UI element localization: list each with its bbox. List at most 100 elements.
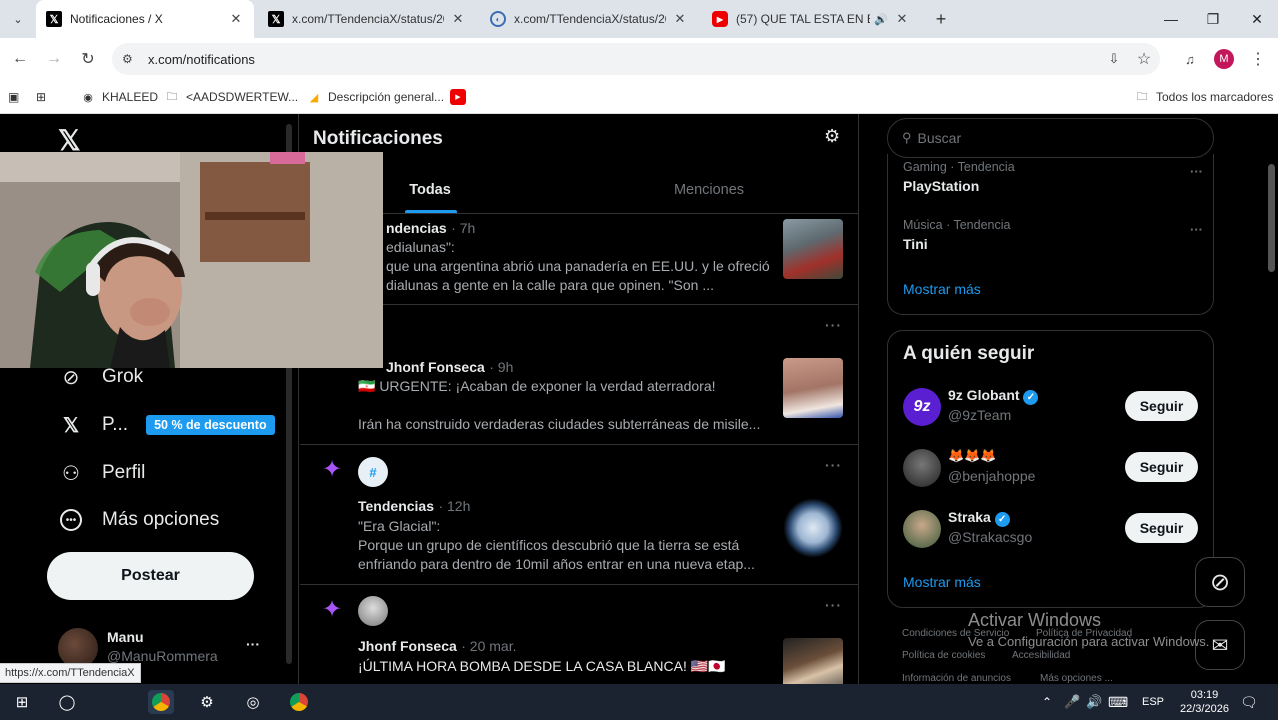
install-app-icon[interactable]: ⇩ (1102, 47, 1126, 71)
tab-title: (57) QUE TAL ESTA EN EL 20 (736, 12, 870, 26)
url-text: x.com/notifications (148, 51, 255, 67)
restore-button[interactable]: ❐ (1192, 0, 1234, 38)
close-tab-icon[interactable]: ✕ (228, 11, 244, 27)
follow-button[interactable]: Seguir (1125, 513, 1198, 543)
notification-text: Porque un grupo de científicos descubrió… (358, 537, 740, 553)
post-button[interactable]: Postear (47, 552, 254, 600)
new-tab-button[interactable]: + (928, 0, 954, 38)
tab-notifications[interactable]: 𝕏 Notificaciones / X ✕ (36, 0, 254, 38)
notification-thumbnail[interactable] (783, 498, 843, 558)
forward-button[interactable]: → (42, 47, 66, 71)
follow-suggestion[interactable]: 🦊🦊🦊 @benjahoppe Seguir (888, 442, 1213, 502)
follow-name: Straka (948, 509, 991, 525)
trend-more-icon[interactable]: ··· (1190, 164, 1203, 179)
trend-item[interactable]: Música · Tendencia Tini ··· (903, 218, 1203, 252)
minimize-button[interactable]: — (1150, 0, 1192, 38)
microphone-icon[interactable]: 🎤 (1064, 684, 1080, 720)
trend-item[interactable]: Gaming · Tendencia PlayStation ··· (903, 160, 1203, 194)
more-options-icon[interactable]: ··· (825, 597, 842, 613)
app-icon[interactable]: ◎ (240, 690, 266, 714)
sidebar-toggle-icon[interactable]: ▣ (8, 86, 19, 108)
sidebar-item-profile[interactable]: ⚇ Perfil (60, 462, 145, 485)
tab-status-1[interactable]: 𝕏 x.com/TTendenciaX/status/203 ✕ (258, 0, 476, 38)
sidebar-item-more[interactable]: ••• Más opciones (60, 509, 219, 531)
grok-floating-button[interactable]: ⊘ (1195, 557, 1245, 607)
bookmark-khaleed[interactable]: ◉ KHALEED (80, 86, 158, 108)
notification-user[interactable]: Tendencias (358, 498, 434, 514)
language-indicator[interactable]: ESP (1142, 684, 1164, 720)
notifications-icon[interactable]: 🗨 (1240, 684, 1258, 720)
show-more-link[interactable]: Mostrar más (903, 281, 981, 297)
speaker-icon[interactable]: 🔊 (874, 13, 888, 26)
settings-gear-icon[interactable]: ⚙ (824, 126, 840, 147)
close-tab-icon[interactable]: ✕ (450, 11, 466, 27)
sidebar-item-grok[interactable]: ⊘ Grok (60, 366, 144, 389)
media-control-icon[interactable]: ♫ (1178, 47, 1202, 71)
site-settings-icon[interactable]: ⚙ (122, 52, 133, 66)
footer-link[interactable]: Información de anuncios (902, 673, 1011, 684)
notification-user[interactable]: Jhonf Fonseca (358, 638, 457, 654)
footer-link[interactable]: Más opciones ... (1040, 673, 1113, 684)
notification-thumbnail[interactable] (783, 358, 843, 418)
bookmarks-bar: ▣ ⊞ ◉ KHALEED 🗀 <AADSDWERTEW... ◢ Descripci… (0, 80, 1278, 114)
tab-youtube[interactable]: ▶ (57) QUE TAL ESTA EN EL 20 🔊 ✕ (702, 0, 920, 38)
bookmark-youtube[interactable]: ▶ (450, 86, 472, 108)
close-tab-icon[interactable]: ✕ (894, 11, 910, 27)
notification-item[interactable]: ✦ # ··· Tendencias · 12h "Era Glacial": … (300, 445, 858, 585)
notification-thumbnail[interactable] (783, 219, 843, 279)
url-bar[interactable]: ⚙ x.com/notifications (112, 43, 1160, 75)
search-icon[interactable]: ◯ (54, 690, 80, 714)
notification-item[interactable]: ··· Jhonf Fonseca · 9h 🇮🇷 URGENTE: ¡Acab… (300, 305, 858, 445)
follow-button[interactable]: Seguir (1125, 452, 1198, 482)
main-scrollbar[interactable] (1268, 164, 1275, 272)
search-input[interactable]: ⚲ Buscar (887, 118, 1214, 158)
all-bookmarks[interactable]: 🗀 Todos los marcadores (1134, 86, 1274, 108)
follow-suggestion[interactable]: Straka ✓ @Strakacsgo Seguir (888, 503, 1213, 563)
more-options-icon[interactable]: ··· (825, 317, 842, 333)
trend-category: Música · Tendencia (903, 218, 1011, 232)
account-more-icon[interactable]: ··· (246, 636, 260, 652)
notification-user[interactable]: ndencias (386, 220, 447, 236)
chrome-icon[interactable] (148, 690, 174, 714)
close-window-button[interactable]: ✕ (1236, 0, 1278, 38)
more-options-icon[interactable]: ··· (825, 457, 842, 473)
volume-icon[interactable]: 🔊 (1086, 684, 1102, 720)
follow-button[interactable]: Seguir (1125, 391, 1198, 421)
activate-windows-title: Activar Windows (968, 610, 1102, 630)
bookmark-folder[interactable]: 🗀 <AADSDWERTEW... (164, 86, 299, 108)
chrome-menu-icon[interactable]: ⋮ (1246, 47, 1270, 71)
windows-start-icon[interactable]: ⊞ (9, 690, 35, 714)
steam-icon[interactable]: ⚙ (194, 690, 220, 714)
apps-icon[interactable]: ⊞ (36, 86, 46, 108)
tab-status-2[interactable]: ◐ x.com/TTendenciaX/status/203 ✕ (480, 0, 698, 38)
bookmark-analytics[interactable]: ◢ Descripción general... (306, 86, 444, 108)
back-button[interactable]: ← (8, 47, 32, 71)
avatar[interactable] (358, 596, 388, 626)
tray-chevron-icon[interactable]: ⌃ (1042, 684, 1052, 720)
chrome-icon[interactable] (286, 690, 312, 714)
footer-link[interactable]: Accesibilidad (1012, 650, 1070, 661)
close-tab-icon[interactable]: ✕ (672, 11, 688, 27)
show-more-link[interactable]: Mostrar más (903, 574, 981, 590)
notification-time: · 12h (438, 498, 471, 514)
trend-more-icon[interactable]: ··· (1190, 222, 1203, 237)
clock[interactable]: 03:19 22/3/2026 (1180, 684, 1229, 720)
reload-button[interactable]: ↻ (76, 47, 100, 71)
notification-item[interactable]: ndencias · 7h edialunas": que una argent… (300, 214, 858, 305)
notification-user[interactable]: Jhonf Fonseca (386, 359, 485, 375)
sparkle-icon: ✦ (322, 596, 343, 623)
follow-suggestion[interactable]: 9z 9z Globant ✓ @9zTeam Seguir (888, 381, 1213, 441)
notification-item[interactable]: ✦ ··· Jhonf Fonseca · 20 mar. ¡ÚLTIMA HO… (300, 585, 858, 684)
bookmark-star-icon[interactable]: ☆ (1132, 47, 1156, 71)
account-handle: @ManuRommera (107, 648, 218, 664)
sidebar-item-premium[interactable]: 𝕏 P... 50 % de descuento (60, 414, 275, 437)
keyboard-icon[interactable]: ⌨ (1108, 684, 1128, 720)
tab-search-button[interactable]: ⌄ (4, 0, 32, 38)
footer-link[interactable]: Política de cookies (902, 650, 985, 661)
notification-thumbnail[interactable] (783, 638, 843, 684)
hashtag-avatar[interactable]: # (358, 457, 388, 487)
profile-avatar[interactable]: M (1212, 47, 1236, 71)
tab-mentions[interactable]: Menciones (560, 166, 858, 214)
notification-text: enfriando para dentro de 10mil años entr… (358, 556, 755, 572)
status-url-tooltip: https://x.com/TTendenciaX (0, 663, 141, 683)
